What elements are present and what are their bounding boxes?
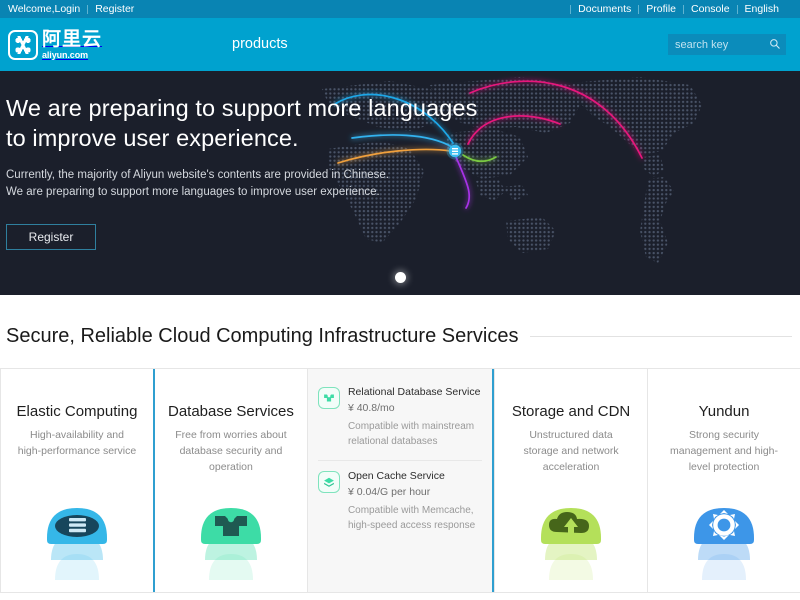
card-title: Storage and CDN [511,403,631,420]
welcome-login-link[interactable]: Welcome,Login [8,0,87,18]
product-cards-row: Elastic Computing High-availability and … [0,368,800,593]
top-utility-bar: Welcome,Login Register Documents Profile… [0,0,800,18]
nav-items-group: products [222,18,298,71]
panel-item-price: ¥ 0.04/G per hour [347,486,431,498]
section-divider-rule [530,336,792,337]
card-description: Strong security management and high-leve… [670,429,779,473]
carousel-indicators [0,272,800,283]
panel-body: Relational Database Service ¥ 40.8/mo Co… [348,386,482,449]
logo-domain-text: aliyun.com [42,49,89,60]
hero-subtitle: Currently, the majority of Aliyun websit… [6,167,800,202]
search-container [668,34,786,55]
card-title: Yundun [698,403,750,420]
database-icon [200,508,261,580]
cache-layers-icon [317,471,340,493]
card-storage-cdn[interactable]: Storage and CDN Unstructured data storag… [494,369,648,592]
card-description: Unstructured data storage and network ac… [523,429,619,473]
hero-title: We are preparing to support more languag… [6,93,800,153]
panel-item-price: ¥ 40.8/mo [347,402,395,414]
aliyun-logo-icon [8,29,38,60]
register-link[interactable]: Register [88,0,141,18]
panel-item-title: Open Cache Service [347,470,445,482]
panel-item-ocs[interactable]: Open Cache Service ¥ 0.04/G per hour Com… [317,460,483,544]
search-input[interactable] [668,34,786,55]
card-title: Database Services [168,403,294,420]
rds-database-icon [317,387,340,409]
hero-title-line-2: to improve user experience. [6,125,299,152]
panel-item-rds[interactable]: Relational Database Service ¥ 40.8/mo Co… [317,377,482,460]
hero-title-line-1: We are preparing to support more languag… [6,95,478,121]
aliyun-logo[interactable]: 阿里云 aliyun.com [8,29,102,61]
logo-chinese-text: 阿里云 [42,27,103,50]
cloud-upload-icon [541,508,602,580]
nav-item-products[interactable]: products [222,18,298,71]
panel-item-note: Compatible with mainstream relational da… [347,421,475,447]
topbar-right-group: Documents Profile Console English [570,0,786,18]
console-link[interactable]: Console [684,0,737,18]
topbar-left-group: Welcome,Login Register [8,0,141,18]
panel-item-title: Relational Database Service [347,386,481,398]
main-navigation-bar: 阿里云 aliyun.com products [0,18,800,71]
english-link[interactable]: English [738,0,786,18]
card-title: Elastic Computing [16,403,138,420]
security-shield-icon [694,508,755,580]
panel-body: Open Cache Service ¥ 0.04/G per hour Com… [348,470,482,533]
card-description: Free from worries about database securit… [175,429,287,473]
section-header: Secure, Reliable Cloud Computing Infrast… [0,295,800,348]
card-elastic-computing[interactable]: Elastic Computing High-availability and … [0,369,153,592]
hero-register-button[interactable]: Register [6,223,96,250]
card-database-services[interactable]: Database Services Free from worries abou… [152,369,307,592]
panel-item-note: Compatible with Memcache, high-speed acc… [347,505,476,531]
documents-link[interactable]: Documents [571,0,638,18]
hero-copy: We are preparing to support more languag… [0,71,800,250]
profile-link[interactable]: Profile [639,0,683,18]
cloud-server-icon [46,508,107,580]
hero-subtitle-line-1: Currently, the majority of Aliyun websit… [6,169,389,182]
page-title: Secure, Reliable Cloud Computing Infrast… [6,325,519,347]
card-description: High-availability and high-performance s… [17,429,137,457]
card-yundun[interactable]: Yundun Strong security management and hi… [647,369,800,592]
carousel-dot-1[interactable] [394,272,406,283]
expanded-product-panel: Relational Database Service ¥ 40.8/mo Co… [306,369,495,592]
logo-text-group: 阿里云 aliyun.com [42,27,103,60]
hero-subtitle-line-2: We are preparing to support more languag… [6,186,380,199]
hero-banner: We are preparing to support more languag… [0,71,800,295]
